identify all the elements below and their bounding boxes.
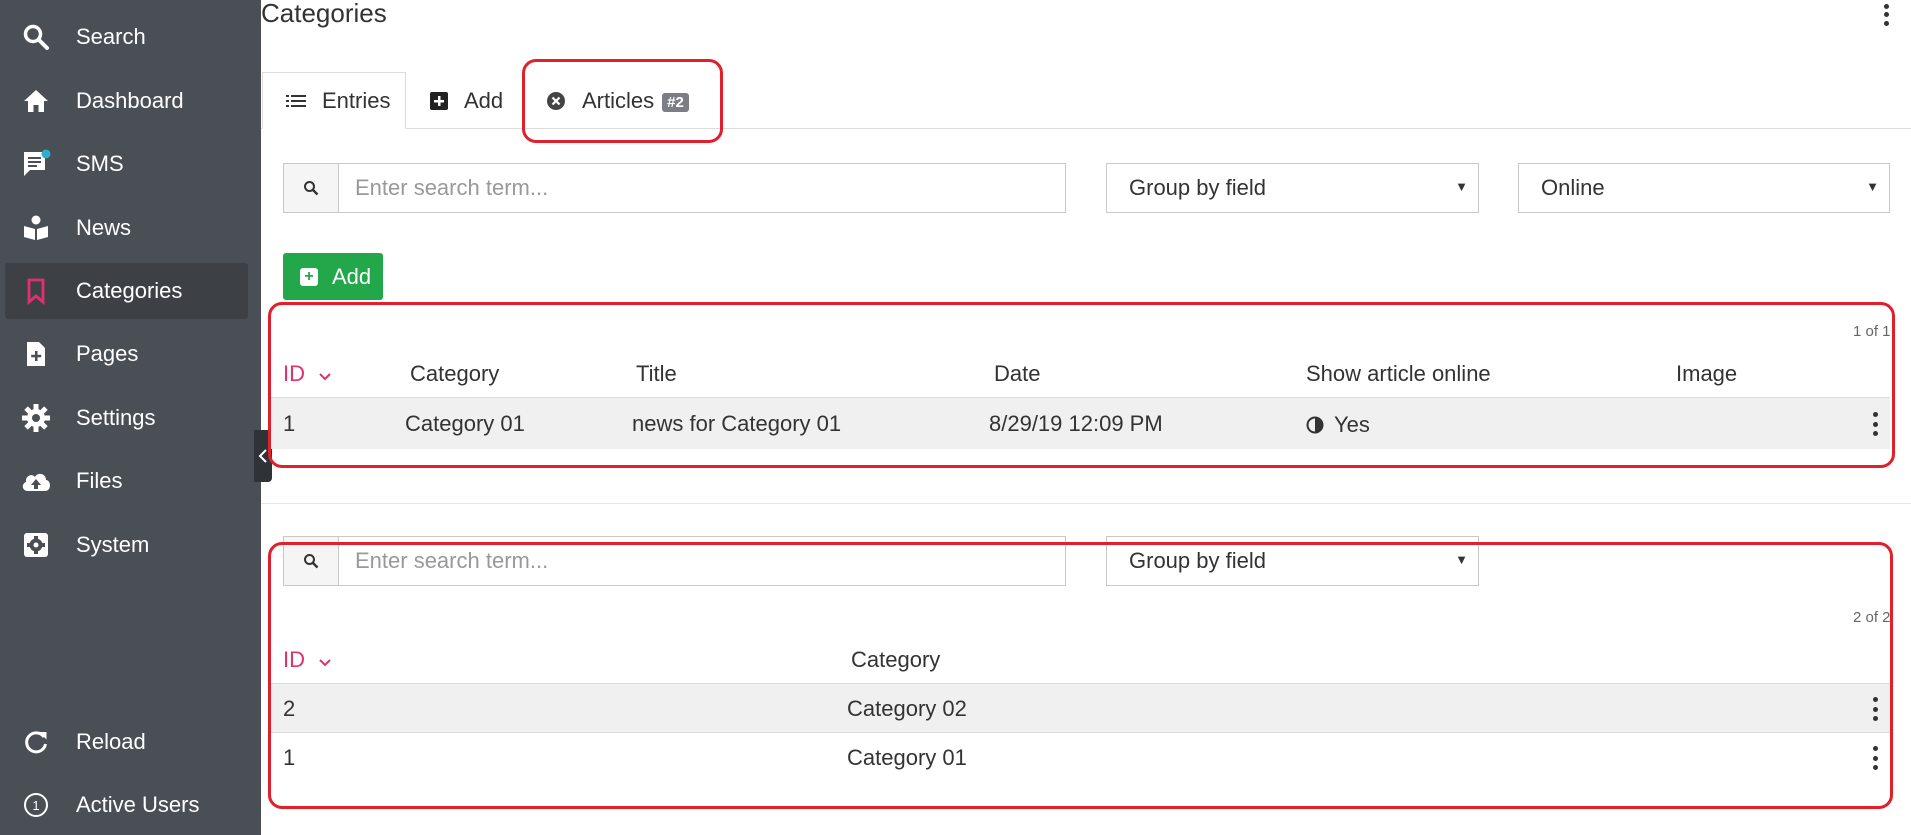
sidebar-item-pages[interactable]: Pages — [5, 326, 248, 382]
plus-icon: + — [300, 267, 318, 286]
cell-date: 8/29/19 12:09 PM — [989, 411, 1163, 436]
close-circle-icon — [546, 91, 566, 111]
add-button-label: Add — [332, 263, 372, 289]
user-count-value: 1 — [32, 798, 39, 813]
sidebar-item-label: Dashboard — [76, 88, 184, 113]
tab-articles[interactable]: Articles #2 — [546, 72, 689, 129]
chevron-down-icon — [319, 373, 331, 381]
table-row[interactable]: 1 Category 01 news for Category 01 8/29/… — [270, 397, 1890, 449]
group-by-select[interactable]: Group by field ▼ — [1106, 163, 1479, 213]
search-icon — [20, 21, 52, 53]
column-header-title[interactable]: Title — [636, 361, 677, 387]
sidebar-item-sms[interactable]: SMS — [5, 136, 248, 192]
cell-online: Yes — [1306, 412, 1370, 438]
bookmark-icon — [20, 275, 52, 307]
sidebar-item-label: SMS — [76, 151, 124, 176]
column-header-category[interactable]: Category — [410, 361, 499, 387]
tab-label: Entries — [322, 87, 391, 113]
caret-down-icon: ▼ — [1866, 179, 1879, 194]
sidebar-item-label: Categories — [76, 278, 183, 303]
sidebar-item-categories[interactable]: Categories — [5, 263, 248, 319]
cloud-upload-icon — [20, 465, 52, 497]
group-by-value: Group by field — [1129, 175, 1266, 200]
sidebar-item-label: Settings — [76, 405, 156, 430]
caret-down-icon: ▼ — [1455, 179, 1468, 194]
status-select[interactable]: Online ▼ — [1518, 163, 1890, 213]
pager-top: 1 of 1 — [1853, 323, 1891, 340]
cell-id: 1 — [283, 745, 296, 770]
search-input[interactable] — [339, 164, 1065, 212]
search-icon — [284, 537, 339, 585]
cell-category: Category 02 — [847, 696, 967, 721]
row-menu-button[interactable] — [1870, 412, 1880, 436]
sidebar-item-dashboard[interactable]: Dashboard — [5, 73, 248, 129]
sidebar-item-reload[interactable]: Reload — [5, 714, 248, 770]
home-icon — [20, 85, 52, 117]
sidebar-item-label: System — [76, 532, 150, 557]
search-group-bottom — [283, 536, 1066, 586]
column-header-label: ID — [283, 361, 305, 386]
refresh-icon — [20, 726, 52, 758]
sidebar-item-label: Pages — [76, 341, 139, 366]
group-by-value: Group by field — [1129, 548, 1266, 573]
cell-id: 1 — [283, 411, 296, 436]
table-row[interactable]: 1 Category 01 — [270, 732, 1890, 781]
section-divider — [261, 503, 1911, 504]
column-header-id[interactable]: ID — [283, 361, 331, 387]
column-header-category[interactable]: Category — [851, 647, 940, 673]
sidebar-item-label: Active Users — [76, 792, 200, 817]
chat-icon — [20, 148, 52, 180]
chevron-down-icon — [319, 659, 331, 667]
sidebar-item-files[interactable]: Files — [5, 453, 248, 509]
sidebar-item-system[interactable]: System — [5, 517, 248, 573]
book-reader-icon — [20, 212, 52, 244]
group-by-select[interactable]: Group by field ▼ — [1106, 536, 1479, 586]
cell-online-value: Yes — [1334, 412, 1370, 437]
cell-title: news for Category 01 — [632, 411, 842, 436]
page-menu-button[interactable] — [1880, 2, 1892, 28]
column-header-show-online[interactable]: Show article online — [1306, 361, 1491, 387]
sidebar: Search Dashboard SMS News Categories Pag… — [0, 0, 261, 835]
tab-label: Articles — [582, 87, 655, 113]
cell-category: Category 01 — [405, 411, 525, 436]
chevron-left-icon — [258, 449, 267, 463]
column-header-id[interactable]: ID — [283, 647, 331, 673]
row-menu-button[interactable] — [1870, 697, 1880, 721]
sidebar-item-label: Search — [76, 24, 146, 49]
search-input[interactable] — [339, 537, 1065, 585]
sidebar-item-label: Files — [76, 468, 123, 493]
sidebar-item-search[interactable]: Search — [5, 9, 248, 65]
plus-square-icon — [430, 91, 448, 110]
user-count-icon: 1 — [20, 789, 52, 821]
file-plus-icon — [20, 338, 52, 370]
column-header-image[interactable]: Image — [1676, 361, 1737, 387]
list-icon — [286, 93, 306, 109]
search-group-top — [283, 163, 1066, 213]
tab-badge: #2 — [662, 93, 689, 112]
cell-id: 2 — [283, 696, 296, 721]
sidebar-item-label: Reload — [76, 729, 146, 754]
gear-icon — [20, 402, 52, 434]
half-circle-icon — [1306, 416, 1324, 434]
status-value: Online — [1541, 175, 1605, 200]
add-button[interactable]: + Add — [283, 253, 383, 300]
cog-box-icon — [20, 529, 52, 561]
page-title: Categories — [261, 0, 387, 28]
caret-down-icon: ▼ — [1455, 552, 1468, 567]
search-icon — [284, 164, 339, 212]
column-header-label: ID — [283, 647, 305, 672]
tab-label: Add — [464, 87, 504, 113]
pager-bottom: 2 of 2 — [1853, 609, 1891, 626]
sidebar-item-news[interactable]: News — [5, 200, 248, 256]
tab-entries[interactable]: Entries — [262, 72, 406, 129]
table-row[interactable]: 2 Category 02 — [270, 683, 1890, 732]
sidebar-item-label: News — [76, 215, 132, 240]
row-menu-button[interactable] — [1870, 746, 1880, 770]
cell-category: Category 01 — [847, 745, 967, 770]
tab-add[interactable]: Add — [430, 72, 503, 129]
sidebar-item-settings[interactable]: Settings — [5, 390, 248, 446]
column-header-date[interactable]: Date — [994, 361, 1040, 387]
sidebar-item-active-users[interactable]: 1 Active Users — [5, 777, 248, 833]
tabs-divider — [261, 128, 1911, 129]
